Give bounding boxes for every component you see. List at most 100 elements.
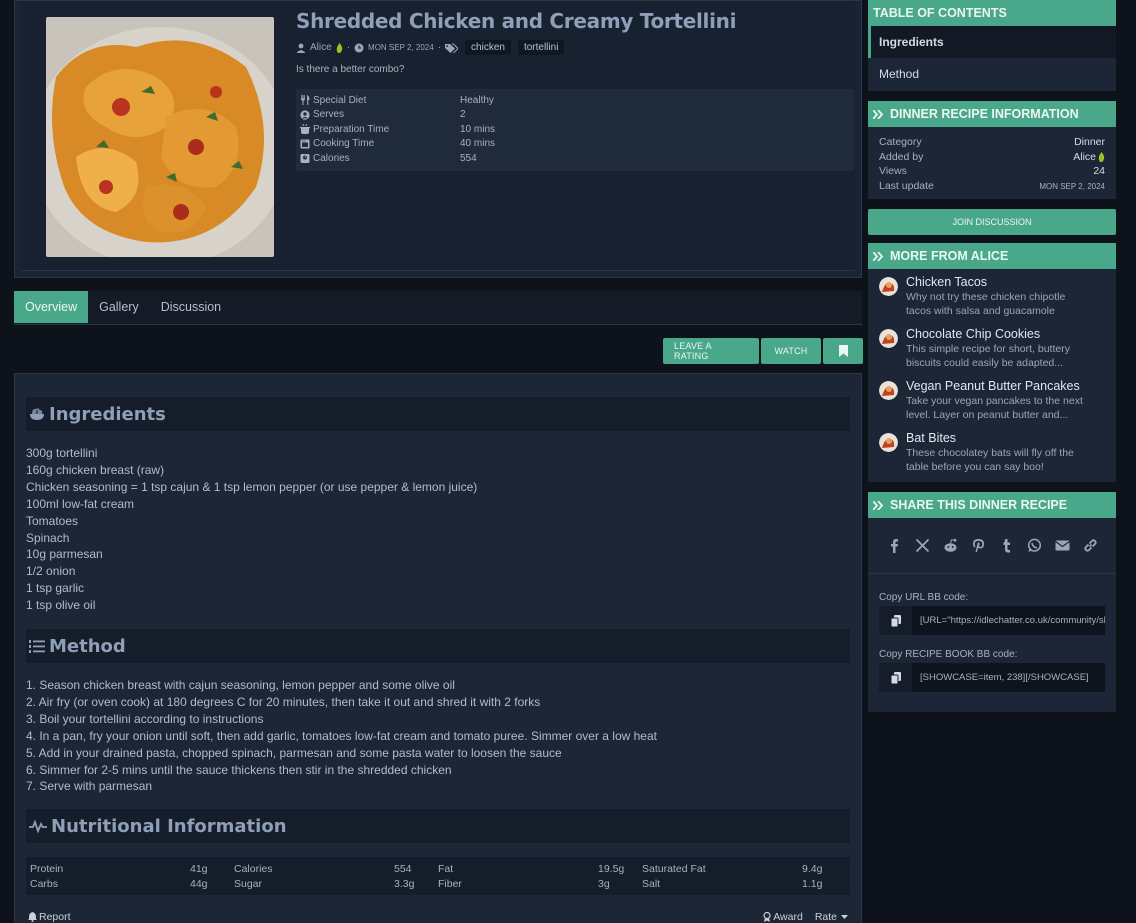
oven-icon: [300, 139, 310, 149]
email-icon[interactable]: [1054, 538, 1070, 553]
url-bb-input[interactable]: [912, 606, 1105, 635]
book-bb-input[interactable]: [912, 663, 1105, 692]
last-update-value: MON SEP 2, 2024: [1039, 181, 1105, 191]
report-link[interactable]: Report: [28, 911, 71, 923]
tab-gallery[interactable]: Gallery: [88, 291, 150, 323]
recipe-header-inner: Shredded Chicken and Creamy Tortellini A…: [21, 1, 855, 271]
info-row-calories: Calories 554: [300, 151, 850, 166]
more-item-text: Bat Bites These chocolatey bats will fly …: [906, 431, 1074, 477]
recipe-info-box: Special Diet Healthy Serves 2 Preparatio…: [296, 89, 854, 171]
tag-chip[interactable]: tortellini: [517, 40, 565, 55]
clock-icon: [354, 43, 364, 53]
table-row: Carbs 44g Sugar 3.3g Fiber 3g Salt 1.1g: [30, 876, 846, 891]
leave-rating-button[interactable]: LEAVE A RATING: [663, 338, 759, 364]
list-item: 2. Air fry (or oven cook) at 180 degrees…: [26, 694, 541, 709]
list-item: 300g tortellini: [26, 446, 98, 460]
bookmark-icon: [838, 345, 848, 357]
copy-icon: [890, 614, 901, 627]
info-row-last-update: Last update MON SEP 2, 2024: [868, 179, 1116, 194]
facebook-icon[interactable]: [887, 538, 902, 553]
nutrient-label: Salt: [642, 877, 661, 890]
info-row-serves: Serves 2: [300, 108, 850, 123]
tab-discussion[interactable]: Discussion: [150, 291, 232, 323]
toc-item-method[interactable]: Method: [868, 58, 1116, 90]
list-item[interactable]: Chicken Tacos Why not try these chicken c…: [868, 269, 1116, 321]
nutrient-value: 9.4g: [802, 862, 823, 875]
nutrient-label: Protein: [30, 862, 64, 875]
list-item: 4. In a pan, fry your onion until soft, …: [26, 728, 657, 743]
nutrient-label: Sugar: [234, 877, 263, 890]
recipe-header-card: Shredded Chicken and Creamy Tortellini A…: [14, 0, 862, 278]
rate-dropdown[interactable]: Rate: [815, 911, 848, 923]
more-item-desc: biscuits could easily be adapted...: [906, 357, 1064, 369]
share-title: SHARE THIS DINNER RECIPE: [890, 498, 1068, 512]
reddit-icon[interactable]: [943, 538, 958, 553]
recipe-photo[interactable]: [46, 17, 274, 257]
list-ol-icon: [29, 639, 45, 653]
list-item[interactable]: Chocolate Chip Cookies This simple recipe…: [868, 321, 1116, 373]
author-link[interactable]: Alice: [1073, 151, 1096, 163]
nutrient-label: Fiber: [438, 877, 462, 890]
tag-chip[interactable]: chicken: [465, 40, 511, 55]
more-item-desc: table before you can say boo!: [906, 461, 1044, 473]
more-item-title[interactable]: Chocolate Chip Cookies: [906, 327, 1070, 342]
tab-bar: Overview Gallery Discussion: [14, 291, 862, 325]
more-item-text: Chocolate Chip Cookies This simple recipe…: [906, 327, 1070, 373]
award-label: Award: [773, 911, 803, 923]
list-item[interactable]: Vegan Peanut Butter Pancakes Take your ve…: [868, 373, 1116, 425]
recipe-body: Ingredients 300g tortellini 160g chicken…: [14, 373, 862, 923]
list-item[interactable]: Bat Bites These chocolatey bats will fly …: [868, 425, 1116, 477]
cooking-pot-icon: [300, 124, 310, 135]
rate-label: Rate: [814, 911, 837, 923]
list-item: 3. Boil your tortellini according to ins…: [26, 711, 264, 726]
avatar: [879, 277, 898, 296]
caret-down-icon: [841, 915, 848, 919]
method-heading-text: Method: [49, 635, 126, 657]
watch-button[interactable]: WATCH: [761, 338, 821, 364]
nutrient-value: 19.5g: [598, 862, 625, 875]
pinterest-icon[interactable]: [971, 538, 986, 553]
bookmark-button[interactable]: [823, 338, 863, 364]
tags-icon: [445, 43, 459, 53]
copy-book-button[interactable]: [879, 663, 912, 692]
utensils-icon: [300, 95, 310, 106]
recipe-info-block: DINNER RECIPE INFORMATION Category Dinner…: [868, 101, 1116, 199]
more-item-title[interactable]: Bat Bites: [906, 431, 1074, 446]
tab-overview[interactable]: Overview: [14, 291, 89, 323]
more-item-title[interactable]: Vegan Peanut Butter Pancakes: [906, 379, 1083, 394]
publish-date: MON SEP 2, 2024: [368, 43, 434, 52]
list-item: 10g parmesan: [26, 547, 103, 562]
award-link[interactable]: Award: [763, 911, 803, 923]
list-item: 6. Simmer for 2-5 mins until the sauce t…: [26, 762, 452, 777]
url-bb-field: [879, 606, 1105, 635]
more-item-title[interactable]: Chicken Tacos: [906, 275, 1065, 290]
list-item: 100ml low-fat cream: [26, 496, 135, 511]
list-item: Spinach: [26, 530, 70, 545]
category-link[interactable]: Dinner: [1074, 136, 1105, 148]
added-by-value[interactable]: Alice: [1073, 151, 1105, 163]
join-discussion-button[interactable]: JOIN DISCUSSION: [868, 209, 1116, 235]
copy-url-button[interactable]: [879, 606, 912, 635]
more-from-title: MORE FROM ALICE: [890, 249, 1009, 263]
kv-label: Category: [879, 136, 922, 149]
nutrient-label: Carbs: [30, 877, 59, 890]
tumblr-icon[interactable]: [999, 538, 1014, 553]
x-icon[interactable]: [915, 538, 930, 553]
user-icon: [296, 43, 306, 53]
whatsapp-icon[interactable]: [1027, 538, 1042, 553]
avatar: [879, 433, 898, 452]
info-label: Cooking Time: [313, 138, 375, 150]
copy-icon: [890, 671, 901, 684]
toc-title: TABLE OF CONTENTS: [868, 0, 1116, 26]
more-item-desc: Take your vegan pancakes to the next: [906, 395, 1083, 407]
author-link[interactable]: Alice: [310, 42, 332, 53]
info-value: 554: [460, 152, 477, 164]
url-bb-label: Copy URL BB code:: [879, 592, 969, 603]
info-value: Healthy: [460, 94, 494, 106]
nutrition-heading-text: Nutritional Information: [51, 815, 287, 837]
link-icon[interactable]: [1083, 538, 1098, 553]
more-item-desc: This simple recipe for short, buttery: [906, 343, 1070, 355]
toc-item-ingredients[interactable]: Ingredients: [868, 26, 1116, 58]
